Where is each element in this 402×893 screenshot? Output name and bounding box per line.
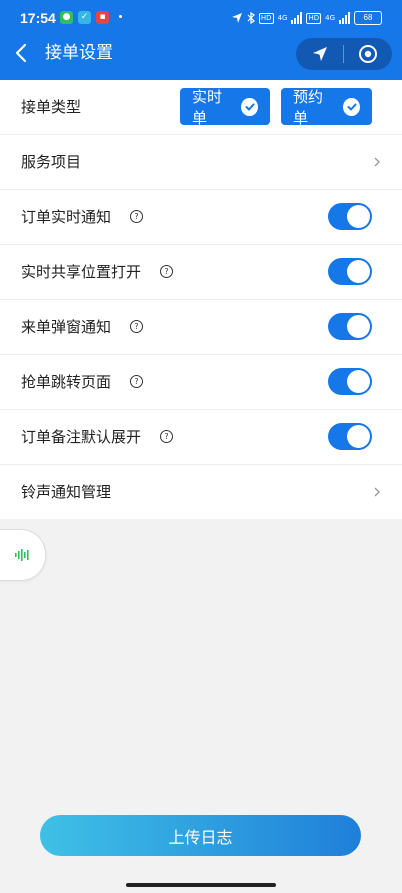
toggle-knob: [347, 315, 370, 338]
hd-badge: HD: [258, 12, 274, 24]
location-arrow-icon: [231, 13, 242, 23]
help-circle-icon[interactable]: ?: [130, 320, 143, 333]
close-mini-program-button[interactable]: [344, 38, 391, 70]
ringtone-row[interactable]: 铃声通知管理: [0, 465, 402, 519]
bluetooth-icon: [247, 12, 255, 24]
check-circle-icon: [241, 97, 258, 116]
realtime-order-option[interactable]: 实时单: [180, 87, 270, 127]
help-circle-icon[interactable]: ?: [130, 375, 143, 388]
page-title: 接单设置: [45, 43, 113, 63]
toggle-row: 抢单跳转页面 ?: [0, 355, 402, 410]
audio-wave-icon: [14, 549, 29, 561]
battery-icon: 68: [354, 11, 382, 25]
status-time: 17:54: [20, 10, 56, 26]
chevron-left-icon[interactable]: [12, 42, 32, 64]
service-items-label: 服务项目: [21, 153, 82, 171]
toggle-row: 来单弹窗通知 ?: [0, 300, 402, 355]
chevron-right-icon: [374, 487, 380, 497]
order-type-label: 接单类型: [21, 98, 82, 116]
toggle-switch[interactable]: [328, 258, 372, 285]
check-circle-icon: [343, 97, 360, 116]
toggle-switch[interactable]: [328, 313, 372, 340]
home-indicator[interactable]: [126, 883, 276, 887]
status-right: HD 4G HD 4G 68: [231, 9, 382, 27]
toggle-label: 订单备注默认展开: [21, 428, 142, 446]
more-notifications-icon: [119, 15, 122, 18]
service-items-row[interactable]: 服务项目: [0, 135, 402, 190]
notification-app-icon: ▪: [96, 11, 109, 24]
toggle-row: 实时共享位置打开 ?: [0, 245, 402, 300]
status-bar: 17:54 ● ✓ ▪ HD 4G HD 4G 68: [0, 0, 402, 38]
toggle-row: 订单备注默认展开 ?: [0, 410, 402, 465]
toggle-knob: [347, 260, 370, 283]
toggle-row: 订单实时通知 ?: [0, 190, 402, 245]
reservation-order-option[interactable]: 预约单: [281, 87, 372, 127]
network-label-2: 4G: [325, 14, 335, 22]
chevron-right-icon: [374, 157, 380, 167]
order-type-row: 接单类型 实时单 预约单: [0, 80, 402, 135]
upload-log-button[interactable]: 上传日志: [40, 815, 361, 856]
help-circle-icon[interactable]: ?: [130, 210, 143, 223]
toggle-knob: [347, 205, 370, 228]
realtime-order-label: 实时单: [192, 87, 223, 127]
toggle-switch[interactable]: [328, 203, 372, 230]
settings-list: 接单类型 实时单 预约单 服务项目 订单实时通知 ? 实时共享位置打开 ? 来单…: [0, 80, 402, 519]
wechat-icon: ●: [60, 11, 73, 24]
hd-badge-2: HD: [306, 12, 322, 24]
navigation-arrow-icon: [312, 47, 327, 61]
check-app-icon: ✓: [78, 11, 91, 24]
network-label: 4G: [277, 14, 288, 22]
help-circle-icon[interactable]: ?: [160, 265, 173, 278]
signal-icon: [291, 12, 303, 24]
target-circle-icon: [358, 45, 377, 63]
battery-level: 68: [363, 13, 373, 22]
toggle-label: 抢单跳转页面: [21, 373, 112, 391]
help-circle-icon[interactable]: ?: [160, 430, 173, 443]
toggle-switch[interactable]: [328, 368, 372, 395]
toggle-knob: [347, 370, 370, 393]
toggle-label: 来单弹窗通知: [21, 318, 112, 336]
mini-program-capsule: [296, 38, 392, 70]
signal-icon-2: [339, 12, 350, 24]
toggle-switch[interactable]: [328, 423, 372, 450]
toggle-knob: [347, 425, 370, 448]
toggle-label: 实时共享位置打开: [21, 263, 142, 281]
floating-voice-button[interactable]: [0, 529, 46, 581]
reservation-order-label: 预约单: [293, 87, 324, 127]
navigation-button[interactable]: [296, 38, 343, 70]
ringtone-label: 铃声通知管理: [21, 483, 112, 501]
toggle-label: 订单实时通知: [21, 208, 112, 226]
header-bar: 17:54 ● ✓ ▪ HD 4G HD 4G 68 接单设置: [0, 0, 402, 80]
